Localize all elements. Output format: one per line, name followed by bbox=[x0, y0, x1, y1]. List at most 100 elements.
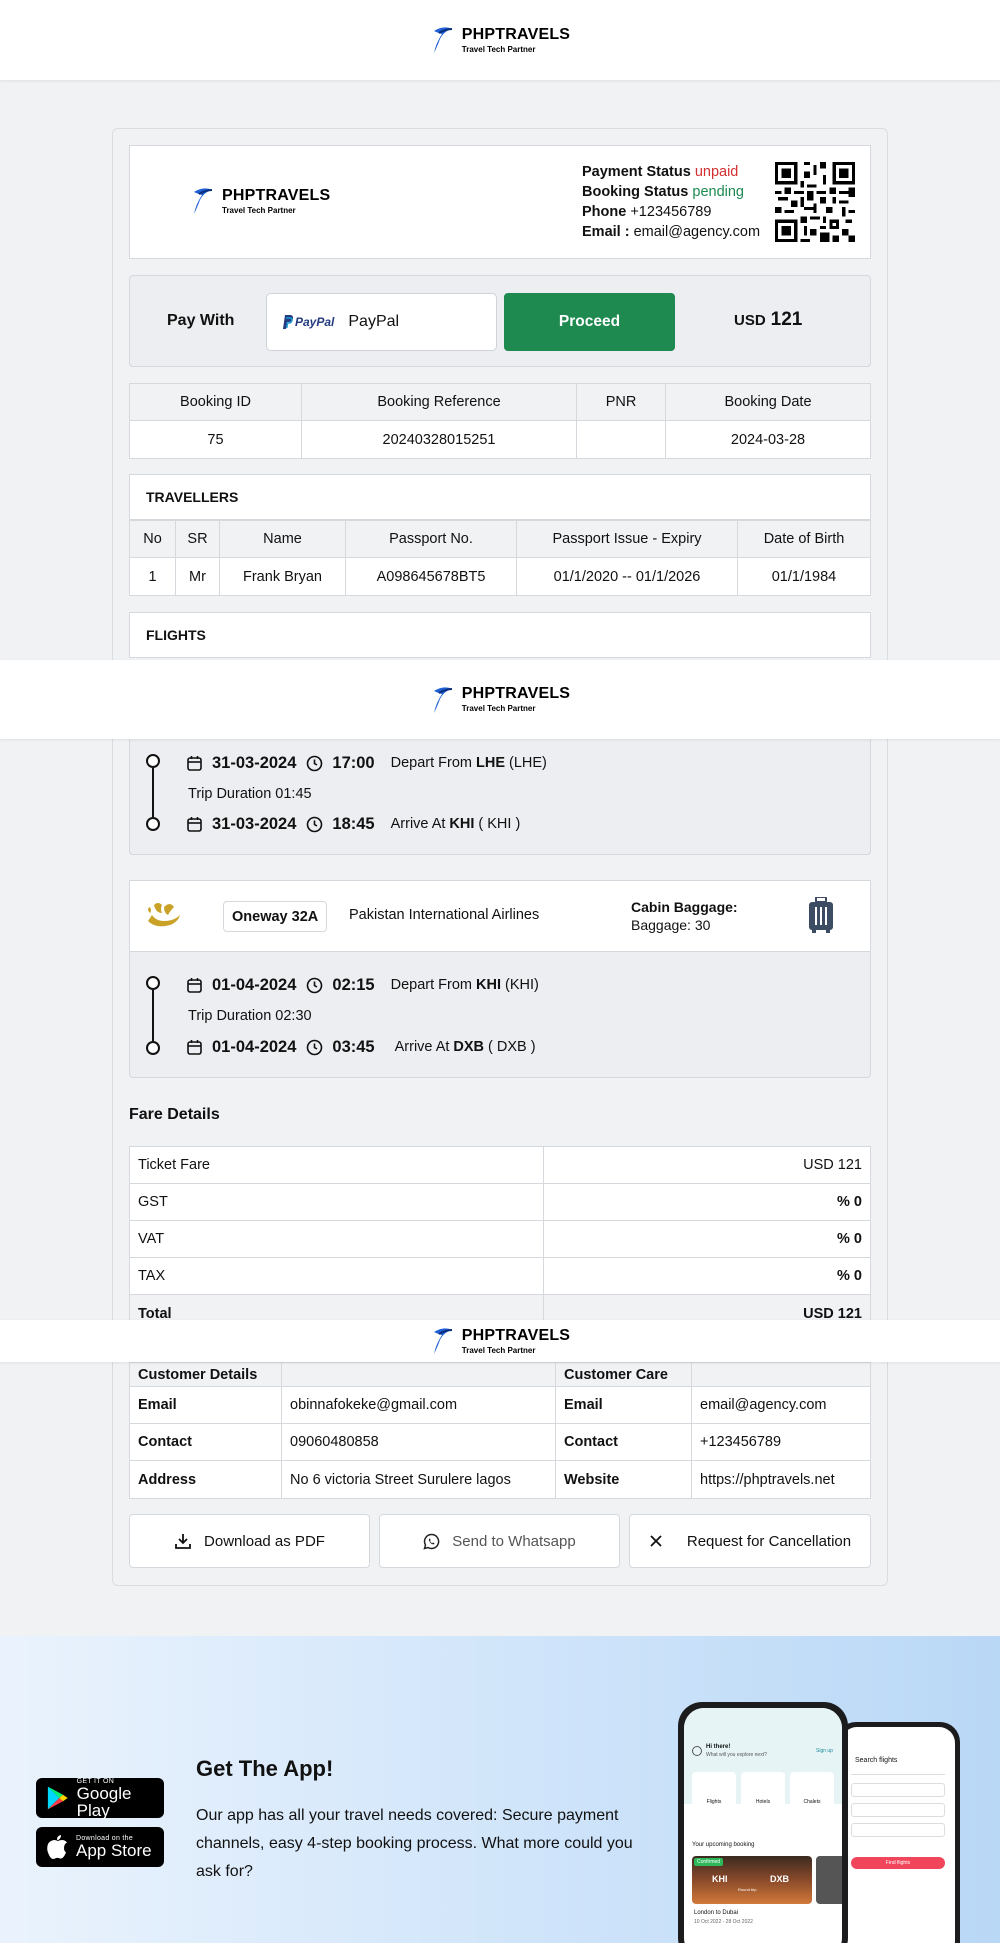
leg1-depart-time: 17:00 bbox=[332, 753, 375, 772]
phone-mockup-front: Hi there! What will you explore next? Si… bbox=[678, 1702, 848, 1943]
booking-ref-header: Booking Reference bbox=[301, 383, 577, 421]
travellers-title: TRAVELLERS bbox=[146, 489, 239, 505]
request-cancellation-label: Request for Cancellation bbox=[686, 1532, 852, 1550]
care-contact-label: Contact bbox=[555, 1423, 692, 1461]
leg2-arrive-label: Arrive At bbox=[394, 1039, 450, 1055]
leg2-depart-date: 01-04-2024 bbox=[212, 975, 297, 994]
payment-method-value: PayPal bbox=[348, 313, 400, 330]
fare-value: USD 121 bbox=[543, 1146, 871, 1184]
table-row: 1 Mr Frank Bryan A098645678BT5 01/1/2020… bbox=[129, 557, 871, 596]
travellers-table: No SR Name Passport No. Passport Issue -… bbox=[129, 520, 871, 596]
apple-icon bbox=[47, 1835, 67, 1859]
clock-icon bbox=[304, 814, 324, 834]
brand-name: PHPTRAVELS bbox=[222, 186, 331, 204]
proceed-button[interactable]: Proceed bbox=[504, 293, 675, 351]
passport-no-header: Passport No. bbox=[345, 520, 517, 558]
sticky-header: PHPTRAVELS Travel Tech Partner bbox=[0, 1320, 1000, 1362]
send-whatsapp-label: Send to Whatsapp bbox=[452, 1532, 576, 1550]
booking-info-table: Booking ID Booking Reference PNR Booking… bbox=[129, 383, 871, 459]
leg1-duration: Trip Duration 01:45 bbox=[188, 786, 312, 802]
app-promo-text: Our app has all your travel needs covere… bbox=[196, 1807, 633, 1880]
payment-method-select[interactable]: PayPal PayPal bbox=[266, 293, 497, 351]
calendar-icon bbox=[184, 814, 204, 834]
traveller-name-header: Name bbox=[219, 520, 346, 558]
logo-icon bbox=[194, 188, 213, 214]
customer-email-value: obinnafokeke@gmail.com bbox=[281, 1386, 556, 1424]
currency-label: USD bbox=[734, 312, 766, 329]
customer-address-value: No 6 victoria Street Surulere lagos bbox=[281, 1460, 556, 1499]
phone-label: Phone bbox=[582, 204, 627, 220]
calendar-icon bbox=[184, 753, 204, 773]
brand-name: PHPTRAVELS bbox=[461, 685, 571, 702]
leg2-arrive-row: 01-04-2024 03:45 Arrive At DXB ( DXB ) bbox=[184, 1037, 536, 1057]
google-play-icon bbox=[47, 1786, 68, 1810]
clock-icon bbox=[304, 1037, 324, 1057]
brand-tagline: Travel Tech Partner bbox=[461, 44, 536, 54]
phone-dates: 10 Oct 2022 - 28 Oct 2022 bbox=[694, 1919, 753, 1925]
invoice-header: PHPTRAVELS Travel Tech Partner Payment St… bbox=[129, 145, 871, 259]
timeline-end-icon bbox=[146, 1041, 160, 1055]
phone-trip-type: Round trip bbox=[738, 1887, 757, 1892]
table-row: TAX% 0 bbox=[129, 1257, 871, 1295]
fare-table: Ticket Fare USD 121 GST% 0 VAT% 0 TAX% 0 … bbox=[129, 1146, 871, 1333]
table-row: Email obinnafokeke@gmail.com Email email… bbox=[129, 1386, 871, 1424]
traveller-no-header: No bbox=[129, 520, 176, 558]
logo-icon bbox=[433, 686, 452, 713]
baggage-value: Baggage: 30 bbox=[631, 917, 711, 933]
request-cancellation-button[interactable]: Request for Cancellation bbox=[629, 1514, 871, 1568]
table-row: Ticket Fare USD 121 bbox=[129, 1146, 871, 1184]
customer-email-label: Email bbox=[129, 1386, 282, 1424]
traveller-dob: 01/1/1984 bbox=[737, 557, 871, 596]
calendar-icon bbox=[184, 1037, 204, 1057]
app-store-button[interactable]: Download on the App Store bbox=[36, 1827, 164, 1867]
passport-dates-header: Passport Issue - Expiry bbox=[516, 520, 738, 558]
send-whatsapp-button[interactable]: Send to Whatsapp bbox=[379, 1514, 620, 1568]
pnr-value bbox=[576, 420, 666, 459]
flight-leg-2-info: Oneway 32A Pakistan International Airlin… bbox=[129, 880, 871, 952]
fare-label: VAT bbox=[129, 1220, 544, 1258]
booking-status-label: Booking Status bbox=[582, 184, 689, 200]
phone-booking-card: Confirmed KHI DXB Round trip bbox=[692, 1856, 812, 1904]
leg1-depart-date: 31-03-2024 bbox=[212, 753, 297, 772]
phone-find-flights-button: Find flights bbox=[851, 1857, 945, 1869]
flight-number-badge: Oneway 32A bbox=[223, 901, 328, 932]
care-email-label: Email bbox=[555, 1386, 692, 1424]
leg1-arrive-row: 31-03-2024 18:45 Arrive At KHI ( KHI ) bbox=[184, 814, 520, 834]
phone-from-code: KHI bbox=[712, 1874, 728, 1884]
luggage-icon bbox=[809, 897, 833, 933]
top-header: PHPTRAVELS Travel Tech Partner bbox=[0, 0, 1000, 80]
customer-contact-label: Contact bbox=[129, 1423, 282, 1461]
app-store-big: App Store bbox=[76, 1841, 152, 1860]
fare-label: TAX bbox=[129, 1257, 544, 1295]
table-row: Contact 09060480858 Contact +123456789 bbox=[129, 1423, 871, 1461]
traveller-name: Frank Bryan bbox=[219, 557, 346, 596]
brand-logo[interactable]: PHPTRAVELS Travel Tech Partner bbox=[430, 25, 570, 55]
fare-value: % 0 bbox=[543, 1220, 871, 1258]
fare-label: GST bbox=[129, 1183, 544, 1221]
leg2-arrive-code: DXB bbox=[453, 1039, 485, 1055]
invoice-status-block: Payment Status unpaid Booking Status pen… bbox=[582, 162, 760, 242]
brand-logo[interactable]: PHPTRAVELS Travel Tech Partner bbox=[430, 685, 570, 715]
booking-status-value: pending bbox=[692, 184, 744, 200]
care-website-value: https://phptravels.net bbox=[691, 1460, 871, 1499]
google-play-big: Google Play bbox=[76, 1783, 132, 1820]
leg2-arrive-paren: ( DXB ) bbox=[488, 1039, 536, 1055]
contact-table: Customer Details Customer Care Email obi… bbox=[129, 1362, 871, 1499]
leg2-depart-code: KHI bbox=[476, 977, 501, 993]
phone-booking-card-2 bbox=[816, 1856, 842, 1904]
fare-value: % 0 bbox=[543, 1257, 871, 1295]
download-pdf-button[interactable]: Download as PDF bbox=[129, 1514, 370, 1568]
care-website-label: Website bbox=[555, 1460, 692, 1499]
leg2-depart-paren: (KHI) bbox=[504, 977, 539, 993]
google-play-button[interactable]: GET IT ON Google Play bbox=[36, 1778, 164, 1820]
passport-dates: 01/1/2020 -- 01/1/2026 bbox=[516, 557, 738, 596]
invoice-logo: PHPTRAVELS Travel Tech Partner bbox=[190, 186, 330, 216]
leg1-depart-paren: (LHE) bbox=[509, 755, 547, 771]
phone-tile-hotels: Hotels bbox=[741, 1772, 785, 1808]
sticky-header: PHPTRAVELS Travel Tech Partner bbox=[0, 660, 1000, 739]
leg2-depart-time: 02:15 bbox=[332, 975, 375, 994]
timeline-line bbox=[152, 768, 154, 817]
customer-care-title: Customer Care bbox=[555, 1362, 692, 1387]
phone-tile-chalets: Chalets bbox=[790, 1772, 834, 1808]
brand-logo[interactable]: PHPTRAVELS Travel Tech Partner bbox=[430, 1326, 570, 1356]
